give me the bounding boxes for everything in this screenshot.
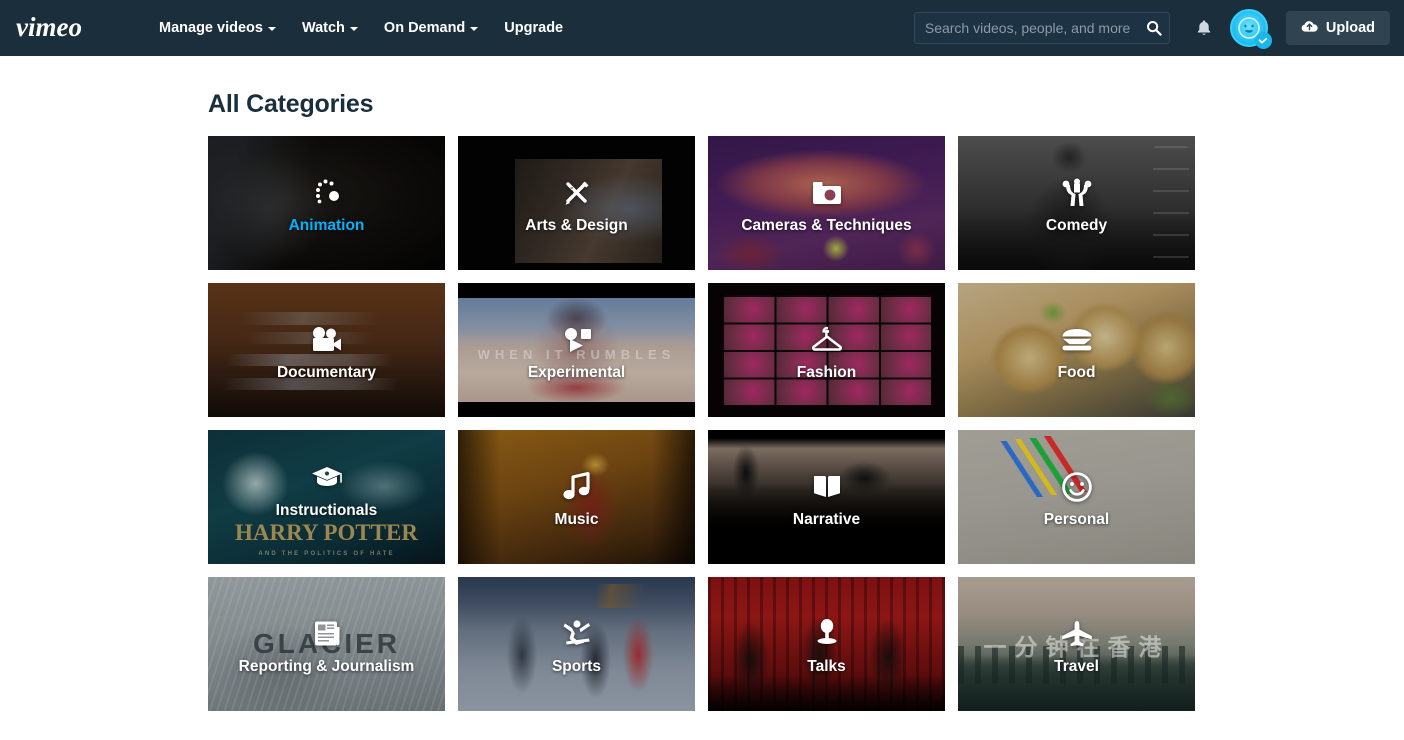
category-card-comedy[interactable]: Comedy	[958, 136, 1195, 270]
upload-button[interactable]: Upload	[1286, 11, 1390, 45]
verified-badge-icon	[1255, 32, 1272, 49]
card-content: Cameras & Techniques	[708, 136, 945, 270]
category-card-food[interactable]: Food	[958, 283, 1195, 417]
chevron-down-icon	[470, 27, 478, 31]
card-content: Reporting & Journalism	[208, 577, 445, 711]
category-label: Food	[1058, 364, 1096, 381]
music-note-icon	[556, 466, 598, 508]
category-label: Instructionals	[276, 502, 378, 519]
nav-item-on-demand[interactable]: On Demand	[371, 13, 491, 44]
card-content: Food	[958, 283, 1195, 417]
category-label: Personal	[1044, 511, 1109, 528]
chevron-down-icon	[268, 27, 276, 31]
nav-label: Upgrade	[504, 21, 563, 36]
microphone-icon	[806, 613, 848, 655]
animation-icon	[306, 172, 348, 214]
svg-text:vimeo: vimeo	[16, 13, 82, 42]
nav-item-upgrade[interactable]: Upgrade	[491, 13, 576, 44]
category-card-documentary[interactable]: Documentary	[208, 283, 445, 417]
camera-icon	[806, 172, 848, 214]
open-book-icon	[806, 466, 848, 508]
category-label: Arts & Design	[525, 217, 628, 234]
category-card-experimental[interactable]: WHEN IT RUMBLES Experimental	[458, 283, 695, 417]
newspaper-icon	[306, 613, 348, 655]
nav-label: On Demand	[384, 21, 465, 36]
movie-camera-icon	[306, 319, 348, 361]
nav-item-manage-videos[interactable]: Manage videos	[146, 13, 289, 44]
snowboarder-icon	[556, 613, 598, 655]
category-card-reporting-journalism[interactable]: GLACIER	[208, 577, 445, 711]
cloud-upload-icon	[1301, 20, 1318, 37]
category-card-sports[interactable]: Sports	[458, 577, 695, 711]
categories-container: All Categories	[208, 56, 1196, 711]
card-content: Instructionals	[208, 430, 445, 564]
category-card-travel[interactable]: 一分钟在香港 Travel	[958, 577, 1195, 711]
category-card-talks[interactable]: Talks	[708, 577, 945, 711]
category-card-cameras-techniques[interactable]: Cameras & Techniques	[708, 136, 945, 270]
category-label: Talks	[807, 658, 846, 675]
category-label: Narrative	[793, 511, 860, 528]
categories-grid: Animation	[208, 136, 1196, 711]
category-card-narrative[interactable]: Narrative	[708, 430, 945, 564]
page-body: All Categories	[0, 56, 1404, 711]
category-label: Travel	[1054, 658, 1099, 675]
graduation-cap-icon	[306, 457, 348, 499]
category-label: Fashion	[797, 364, 856, 381]
chevron-down-icon	[350, 27, 358, 31]
top-navigation-bar: vimeo Manage videos Watch On Demand Upgr…	[0, 0, 1404, 56]
category-label: Comedy	[1046, 217, 1107, 234]
category-label: Documentary	[277, 364, 376, 381]
jester-hat-icon	[1056, 172, 1098, 214]
card-content: Arts & Design	[458, 136, 695, 270]
category-label: Experimental	[528, 364, 625, 381]
category-card-animation[interactable]: Animation	[208, 136, 445, 270]
card-content: Music	[458, 430, 695, 564]
avatar[interactable]	[1230, 9, 1268, 47]
category-card-instructionals[interactable]: HARRY POTTER AND THE POLITICS OF HATE In…	[208, 430, 445, 564]
card-content: Personal	[958, 430, 1195, 564]
category-card-personal[interactable]: Personal	[958, 430, 1195, 564]
hanger-icon	[806, 319, 848, 361]
category-label: Music	[555, 511, 599, 528]
category-label: Cameras & Techniques	[741, 217, 911, 234]
card-content: Documentary	[208, 283, 445, 417]
category-label: Sports	[552, 658, 601, 675]
search-icon[interactable]	[1144, 18, 1164, 38]
airplane-icon	[1056, 613, 1098, 655]
smiley-face-icon	[1056, 466, 1098, 508]
category-card-arts-design[interactable]: Arts & Design	[458, 136, 695, 270]
search-box	[914, 12, 1170, 44]
notifications-bell-icon[interactable]	[1188, 12, 1220, 44]
shapes-icon	[556, 319, 598, 361]
search-input[interactable]	[914, 12, 1170, 44]
card-content: Talks	[708, 577, 945, 711]
nav-label: Watch	[302, 21, 345, 36]
category-card-fashion[interactable]: Fashion	[708, 283, 945, 417]
category-label: Reporting & Journalism	[239, 658, 415, 675]
vimeo-logo[interactable]: vimeo	[16, 11, 128, 45]
card-content: Sports	[458, 577, 695, 711]
pencil-ruler-icon	[556, 172, 598, 214]
header-actions: Upload	[914, 9, 1390, 47]
nav-label: Manage videos	[159, 21, 263, 36]
main-nav: Manage videos Watch On Demand Upgrade	[146, 13, 576, 44]
category-card-music[interactable]: Music	[458, 430, 695, 564]
burger-icon	[1056, 319, 1098, 361]
card-content: Narrative	[708, 430, 945, 564]
card-content: Comedy	[958, 136, 1195, 270]
card-content: Fashion	[708, 283, 945, 417]
card-content: Travel	[958, 577, 1195, 711]
page-title: All Categories	[208, 90, 1196, 119]
upload-button-label: Upload	[1326, 20, 1375, 36]
card-content: Experimental	[458, 283, 695, 417]
category-label: Animation	[289, 217, 365, 234]
card-content: Animation	[208, 136, 445, 270]
nav-item-watch[interactable]: Watch	[289, 13, 371, 44]
